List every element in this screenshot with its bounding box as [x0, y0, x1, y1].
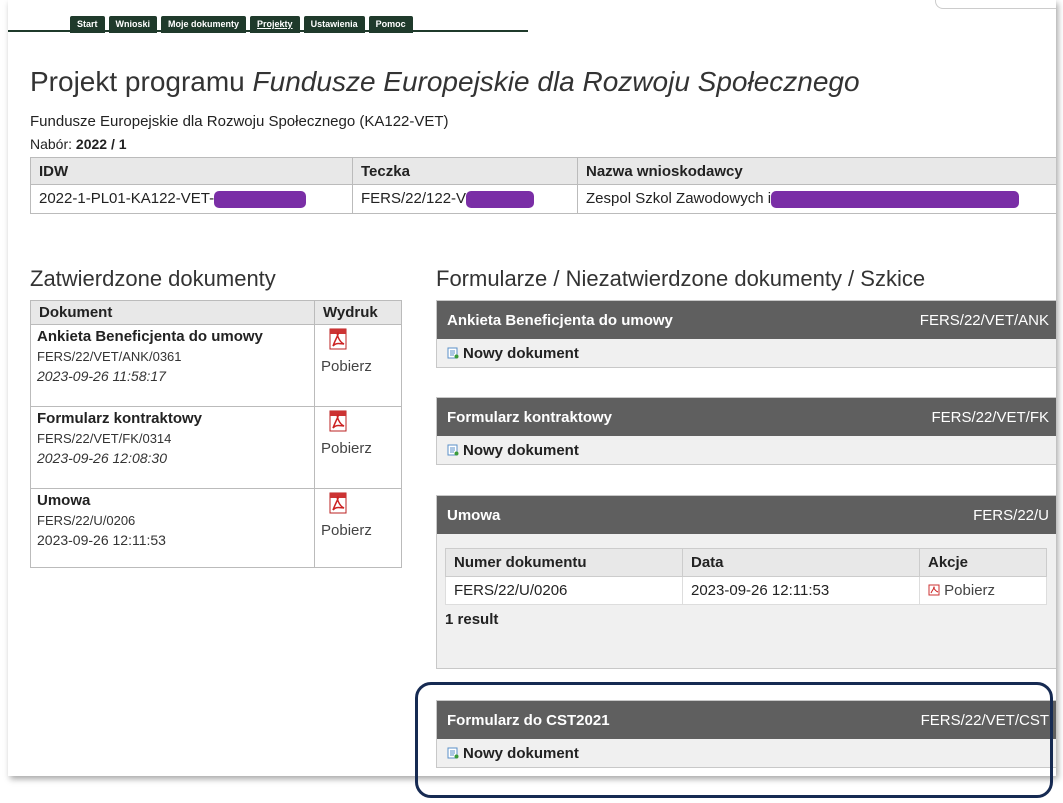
- project-info-table: IDW Teczka Nazwa wnioskodawcy 2022-1-PL0…: [30, 157, 1056, 214]
- download-link[interactable]: Pobierz: [944, 582, 995, 599]
- page-title: Projekt programu Fundusze Europejskie dl…: [30, 66, 860, 98]
- new-document-label: Nowy dokument: [463, 344, 579, 362]
- document-date: 2023-09-26 12:11:53: [682, 576, 920, 605]
- new-document-button[interactable]: Nowy dokument: [437, 739, 1056, 767]
- doc-date: 2023-09-26 12:11:53: [37, 532, 166, 548]
- download-cell[interactable]: Pobierz: [314, 488, 402, 568]
- new-document-label: Nowy dokument: [463, 744, 579, 762]
- doc-date: 2023-09-26 12:08:30: [37, 450, 167, 466]
- page-title-prefix: Projekt programu: [30, 66, 253, 97]
- doc-name: Ankieta Beneficjenta do umowy: [37, 328, 263, 345]
- panel-header: Ankieta Beneficjenta do umowy FERS/22/VE…: [437, 301, 1056, 339]
- tab-underline: [8, 30, 528, 32]
- form-panel-cst2021: Formularz do CST2021 FERS/22/VET/CST Now…: [436, 700, 1056, 768]
- approved-heading: Zatwierdzone dokumenty: [30, 266, 276, 291]
- umowa-documents-table: Numer dokumentu Data Akcje FERS/22/U/020…: [445, 548, 1047, 605]
- panel-header: Formularz kontraktowy FERS/22/VET/FK: [437, 398, 1056, 436]
- col-header-idw: IDW: [30, 157, 353, 185]
- table-row: FERS/22/U/0206 2023-09-26 12:11:53 Pobie…: [445, 576, 1047, 605]
- result-count: 1 result: [445, 611, 499, 628]
- doc-cell: Umowa FERS/22/U/0206 2023-09-26 12:11:53: [30, 488, 315, 568]
- panel-code: FERS/22/U: [973, 506, 1049, 524]
- col-header-wydruk: Wydruk: [314, 300, 402, 325]
- panel-code: FERS/22/VET/CST: [920, 711, 1049, 729]
- top-corner: [935, 0, 1056, 9]
- nabor-label: Nabór:: [30, 136, 76, 152]
- panel-header: Umowa FERS/22/U: [437, 496, 1056, 534]
- forms-heading: Formularze / Niezatwierdzone dokumenty /…: [436, 266, 926, 291]
- idw-value: 2022-1-PL01-KA122-VET-: [39, 190, 215, 208]
- col-header-wnioskodawca: Nazwa wnioskodawcy: [577, 157, 1056, 185]
- download-cell[interactable]: Pobierz: [314, 324, 402, 407]
- redaction-mark: [466, 190, 535, 208]
- new-document-icon: [447, 747, 459, 759]
- download-link[interactable]: Pobierz: [321, 522, 395, 539]
- col-header-teczka: Teczka: [352, 157, 578, 185]
- form-panel-ankieta: Ankieta Beneficjenta do umowy FERS/22/VE…: [436, 300, 1056, 368]
- download-link[interactable]: Pobierz: [321, 440, 395, 457]
- doc-cell: Ankieta Beneficjenta do umowy FERS/22/VE…: [30, 324, 315, 407]
- form-panel-umowa: Umowa FERS/22/U Numer dokumentu Data Akc…: [436, 495, 1056, 669]
- col-header-numer: Numer dokumentu: [445, 548, 683, 577]
- idw-cell: 2022-1-PL01-KA122-VET-: [30, 184, 353, 214]
- panel-title: Ankieta Beneficjenta do umowy: [447, 311, 673, 329]
- doc-number: FERS/22/VET/ANK/0361: [37, 349, 182, 364]
- new-document-icon: [447, 444, 459, 456]
- col-header-data: Data: [682, 548, 920, 577]
- panel-title: Formularz kontraktowy: [447, 408, 613, 426]
- table-row: 2022-1-PL01-KA122-VET- FERS/22/122-V Zes…: [30, 184, 1056, 214]
- table-row: Ankieta Beneficjenta do umowy FERS/22/VE…: [30, 324, 402, 407]
- panel-code: FERS/22/VET/ANK: [919, 311, 1049, 329]
- new-document-button[interactable]: Nowy dokument: [437, 436, 1056, 464]
- nabor-value: 2022 / 1: [75, 136, 127, 152]
- new-document-icon: [447, 347, 459, 359]
- panel-title: Formularz do CST2021: [447, 711, 610, 729]
- teczka-cell: FERS/22/122-V: [352, 184, 578, 214]
- approved-docs-table: Dokument Wydruk Ankieta Beneficjenta do …: [30, 300, 402, 568]
- doc-cell: Formularz kontraktowy FERS/22/VET/FK/031…: [30, 406, 315, 489]
- new-document-button[interactable]: Nowy dokument: [437, 339, 1056, 367]
- table-row: Umowa FERS/22/U/0206 2023-09-26 12:11:53…: [30, 488, 402, 568]
- download-cell[interactable]: Pobierz: [314, 406, 402, 489]
- document-number: FERS/22/U/0206: [445, 576, 683, 605]
- doc-date: 2023-09-26 11:58:17: [37, 368, 166, 384]
- redaction-mark: [771, 190, 1020, 208]
- pdf-icon[interactable]: [327, 410, 349, 432]
- new-document-label: Nowy dokument: [463, 441, 579, 459]
- doc-name: Formularz kontraktowy: [37, 410, 203, 427]
- doc-number: FERS/22/VET/FK/0314: [37, 431, 172, 446]
- page-frame: Start Wnioski Moje dokumenty Projekty Us…: [8, 0, 1056, 776]
- teczka-value: FERS/22/122-V: [361, 190, 467, 208]
- wnioskodawca-value: Zespol Szkol Zawodowych i: [586, 190, 772, 208]
- pdf-icon[interactable]: [327, 328, 349, 350]
- redaction-mark: [214, 190, 307, 208]
- col-header-dokument: Dokument: [30, 300, 315, 325]
- col-header-akcje: Akcje: [919, 548, 1047, 577]
- form-panel-formularz-kontraktowy: Formularz kontraktowy FERS/22/VET/FK Now…: [436, 397, 1056, 465]
- program-subtitle: Fundusze Europejskie dla Rozwoju Społecz…: [30, 113, 449, 130]
- panel-code: FERS/22/VET/FK: [931, 408, 1049, 426]
- pdf-icon[interactable]: [327, 492, 349, 514]
- doc-number: FERS/22/U/0206: [37, 513, 136, 528]
- table-row: Formularz kontraktowy FERS/22/VET/FK/031…: [30, 406, 402, 489]
- download-action[interactable]: Pobierz: [919, 576, 1047, 605]
- panel-title: Umowa: [447, 506, 501, 524]
- doc-name: Umowa: [37, 492, 91, 509]
- page-title-program: Fundusze Europejskie dla Rozwoju Społecz…: [252, 66, 860, 97]
- wnioskodawca-cell: Zespol Szkol Zawodowych i: [577, 184, 1056, 214]
- pdf-icon: [928, 584, 940, 596]
- download-link[interactable]: Pobierz: [321, 358, 395, 375]
- nabor-line: Nabór: 2022 / 1: [30, 136, 127, 152]
- panel-header: Formularz do CST2021 FERS/22/VET/CST: [437, 701, 1056, 739]
